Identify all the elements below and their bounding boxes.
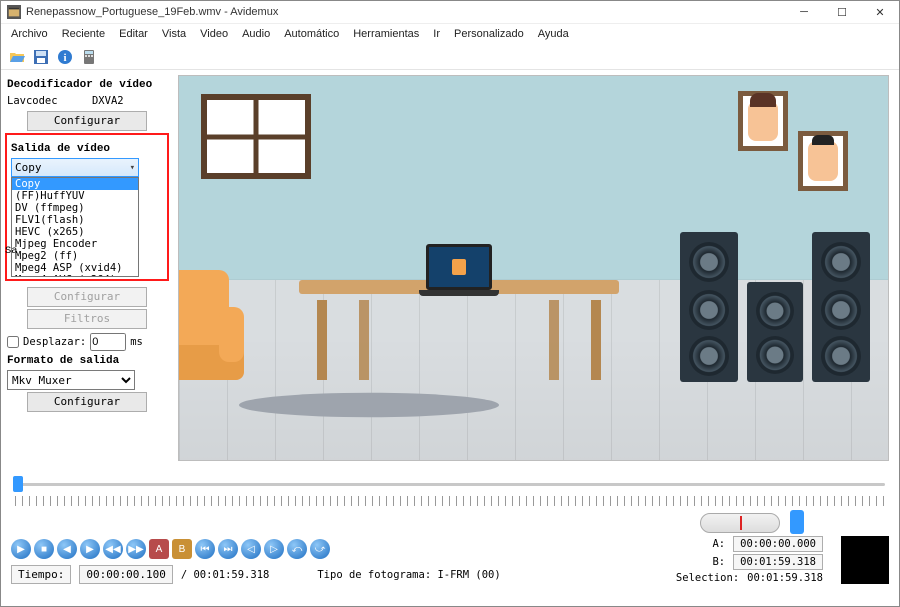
shift-label: Desplazar: xyxy=(23,336,86,348)
tick-ruler xyxy=(11,496,889,508)
scene-speaker xyxy=(747,282,803,382)
codec-option[interactable]: HEVC (x265) xyxy=(12,226,138,238)
next-cut-button[interactable]: ⤻ xyxy=(310,539,330,559)
shift-unit: ms xyxy=(130,336,143,348)
codec-option[interactable]: Copy xyxy=(12,178,138,190)
scene-frame xyxy=(798,131,848,191)
menu-bar: Archivo Reciente Editar Vista Video Audi… xyxy=(1,24,899,44)
scene-speaker xyxy=(812,232,870,382)
menu-audio[interactable]: Audio xyxy=(236,26,276,42)
prev-cut-button[interactable]: ⤺ xyxy=(287,539,307,559)
close-button[interactable]: ✕ xyxy=(861,1,899,23)
goto-start-button[interactable]: ⏮ xyxy=(195,539,215,559)
calculator-icon[interactable] xyxy=(79,47,99,67)
bottom-panel: ▶ ■ ◀ ▶ ◀◀ ▶▶ A B ⏮ ⏭ ◁ ▷ ⤺ ⤻ Tiempo: 00… xyxy=(1,466,899,588)
chevron-down-icon: ▾ xyxy=(130,163,135,173)
jog-wheel[interactable] xyxy=(700,513,780,533)
time-label: Tiempo: xyxy=(11,565,71,584)
scene-frame xyxy=(738,91,788,151)
a-label: A: xyxy=(712,538,725,550)
shift-input[interactable] xyxy=(90,333,126,351)
play-button[interactable]: ▶ xyxy=(11,539,31,559)
toolbar: i xyxy=(1,44,899,70)
app-icon xyxy=(7,5,21,19)
menu-herramientas[interactable]: Herramientas xyxy=(347,26,425,42)
scene-sofa xyxy=(178,270,249,390)
codec-option[interactable]: FLV1(flash) xyxy=(12,214,138,226)
preview-thumb xyxy=(841,536,889,584)
video-output-highlight: Salida de vídeo Copy ▾ Copy (FF)HuffYUV … xyxy=(5,133,169,281)
format-configure-button[interactable]: Configurar xyxy=(27,392,147,412)
obscured-label: Sa xyxy=(5,245,18,257)
save-icon[interactable] xyxy=(31,47,51,67)
b-label: B: xyxy=(712,556,725,568)
decoder-lav: Lavcodec xyxy=(7,95,58,107)
video-filters-button: Filtros xyxy=(27,309,147,329)
svg-text:i: i xyxy=(63,52,66,64)
menu-ayuda[interactable]: Ayuda xyxy=(532,26,575,42)
b-value: 00:01:59.318 xyxy=(733,554,823,570)
video-output-title: Salida de vídeo xyxy=(11,143,163,155)
prev-mark-button[interactable]: ◁ xyxy=(241,539,261,559)
jog-thumb[interactable] xyxy=(790,510,804,534)
mark-b-button[interactable]: B xyxy=(172,539,192,559)
selection-value: 00:01:59.318 xyxy=(747,572,823,584)
codec-option[interactable]: DV (ffmpeg) xyxy=(12,202,138,214)
next-frame-button[interactable]: ▶ xyxy=(80,539,100,559)
video-configure-button: Configurar xyxy=(27,287,147,307)
codec-option[interactable]: Mpeg2 (ff) xyxy=(12,250,138,262)
menu-vista[interactable]: Vista xyxy=(156,26,192,42)
mark-a-button[interactable]: A xyxy=(149,539,169,559)
scene-speaker xyxy=(680,232,738,382)
prev-frame-button[interactable]: ◀ xyxy=(57,539,77,559)
decoder-title: Decodificador de vídeo xyxy=(7,79,167,91)
sidebar: Decodificador de vídeo Lavcodec DXVA2 Co… xyxy=(1,70,173,466)
codec-option[interactable]: Mpeg4 ASP (xvid4) xyxy=(12,262,138,274)
scene-window xyxy=(201,94,311,179)
codec-option[interactable]: (FF)HuffYUV xyxy=(12,190,138,202)
next-mark-button[interactable]: ▷ xyxy=(264,539,284,559)
minimize-button[interactable]: ─ xyxy=(785,1,823,23)
frame-type: Tipo de fotograma: I-FRM (00) xyxy=(317,569,500,581)
prev-key-button[interactable]: ◀◀ xyxy=(103,539,123,559)
stop-button[interactable]: ■ xyxy=(34,539,54,559)
video-preview xyxy=(178,75,889,461)
a-value: 00:00:00.000 xyxy=(733,536,823,552)
selection-label: Selection: xyxy=(676,572,739,584)
video-codec-listbox[interactable]: Copy (FF)HuffYUV DV (ffmpeg) FLV1(flash)… xyxy=(11,177,139,277)
next-key-button[interactable]: ▶▶ xyxy=(126,539,146,559)
titlebar: Renepassnow_Portuguese_19Feb.wmv - Avide… xyxy=(1,1,899,24)
codec-option[interactable]: Mpeg4 AVC (x264) xyxy=(12,274,138,277)
decoder-configure-button[interactable]: Configurar xyxy=(27,111,147,131)
seek-bar[interactable] xyxy=(11,476,889,494)
menu-personalizado[interactable]: Personalizado xyxy=(448,26,530,42)
menu-reciente[interactable]: Reciente xyxy=(56,26,111,42)
menu-automatico[interactable]: Automático xyxy=(278,26,345,42)
window-title: Renepassnow_Portuguese_19Feb.wmv - Avide… xyxy=(26,6,785,18)
seek-thumb[interactable] xyxy=(13,476,23,492)
menu-video[interactable]: Video xyxy=(194,26,234,42)
format-output-title: Formato de salida xyxy=(7,355,167,367)
maximize-button[interactable]: ☐ xyxy=(823,1,861,23)
scene-laptop xyxy=(419,244,499,296)
menu-archivo[interactable]: Archivo xyxy=(5,26,54,42)
video-codec-selected: Copy xyxy=(15,161,42,174)
open-icon[interactable] xyxy=(7,47,27,67)
decoder-dxva: DXVA2 xyxy=(92,95,124,107)
duration: / 00:01:59.318 xyxy=(181,569,270,581)
codec-option[interactable]: Mjpeg Encoder xyxy=(12,238,138,250)
format-output-select[interactable]: Mkv Muxer xyxy=(7,370,135,390)
menu-ir[interactable]: Ir xyxy=(427,26,446,42)
menu-editar[interactable]: Editar xyxy=(113,26,154,42)
video-codec-combo[interactable]: Copy ▾ xyxy=(11,158,139,177)
info-icon[interactable]: i xyxy=(55,47,75,67)
goto-end-button[interactable]: ⏭ xyxy=(218,539,238,559)
time-value[interactable]: 00:00:00.100 xyxy=(79,565,172,584)
shift-checkbox[interactable] xyxy=(7,336,19,348)
